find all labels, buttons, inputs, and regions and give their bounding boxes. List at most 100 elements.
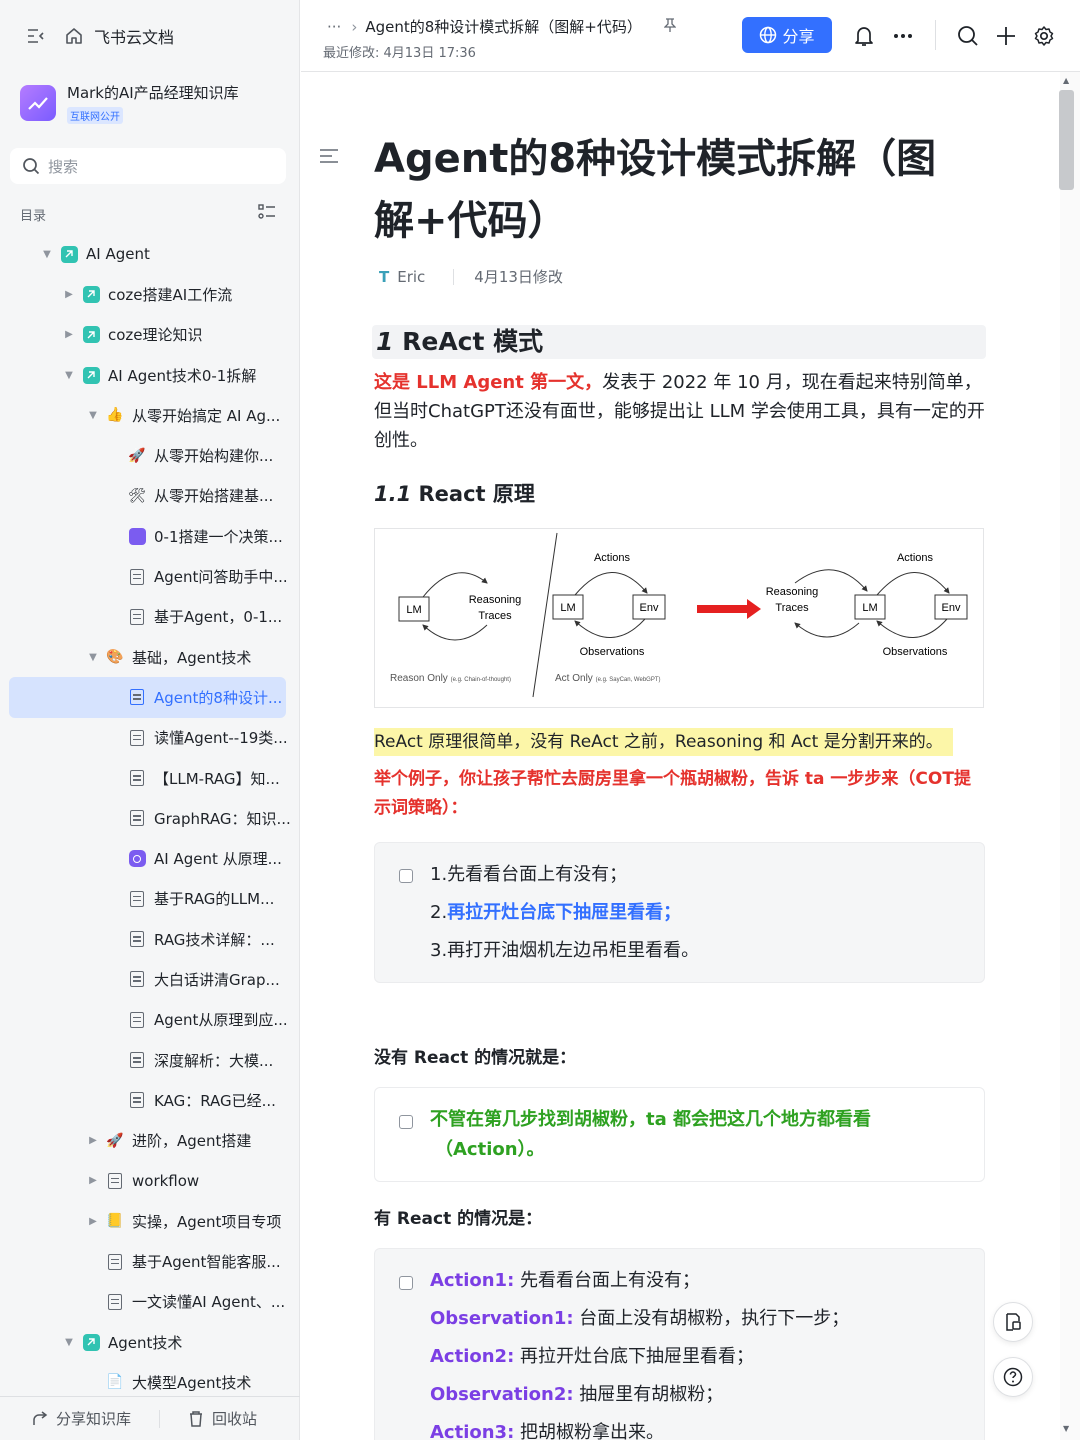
sidebar-item-label: coze搭建AI工作流 xyxy=(108,285,233,304)
caret-right-icon[interactable]: ▶ xyxy=(86,1135,100,1146)
env-label: Env xyxy=(942,602,961,614)
env-label: Env xyxy=(640,602,659,614)
sidebar-item-label: KAG：RAG已经... xyxy=(154,1091,276,1110)
breadcrumb-doc-title[interactable]: Agent的8种设计模式拆解（图解+代码） xyxy=(365,16,642,37)
caret-right-icon[interactable]: ▶ xyxy=(86,1216,100,1227)
caret-down-icon[interactable]: ▼ xyxy=(62,370,76,381)
sidebar-item[interactable]: KAG：RAG已经... xyxy=(0,1080,300,1120)
emoji-icon: 👍 xyxy=(106,407,124,424)
breadcrumb: ··· › Agent的8种设计模式拆解（图解+代码） xyxy=(327,16,677,37)
sidebar-item[interactable]: 基于Agent智能客服... xyxy=(0,1241,300,1281)
pin-icon[interactable] xyxy=(663,17,677,36)
sidebar-item[interactable]: 0-1搭建一个决策... xyxy=(0,516,300,556)
bell-icon[interactable] xyxy=(852,24,876,48)
help-button[interactable] xyxy=(993,1357,1033,1397)
sidebar-item[interactable]: 📄 大模型Agent技术 xyxy=(0,1362,300,1394)
caret-down-icon[interactable]: ▼ xyxy=(40,249,54,260)
sidebar-item[interactable]: GraphRAG：知识... xyxy=(0,798,300,838)
gear-icon[interactable] xyxy=(1032,24,1056,48)
breadcrumb-more-button[interactable]: ··· xyxy=(327,18,341,36)
sidebar-item[interactable]: 读懂Agent--19类... xyxy=(0,718,300,758)
sidebar-item-label: workflow xyxy=(132,1171,200,1190)
document-icon xyxy=(106,1253,124,1271)
task-checkbox[interactable] xyxy=(399,1115,413,1129)
sidebar-item[interactable]: ▶ coze理论知识 xyxy=(0,315,300,355)
scroll-up-arrow[interactable]: ▲ xyxy=(1063,76,1069,85)
caret-right-icon[interactable]: ▶ xyxy=(86,1175,100,1186)
example-paragraph: 举个例子，你让孩子帮忙去厨房里拿一个瓶胡椒粉，告诉 ta 一步步来（COT提示词… xyxy=(374,769,971,818)
document-icon xyxy=(128,1091,146,1109)
sidebar-item[interactable]: Agent的8种设计... xyxy=(9,677,286,718)
scroll-down-arrow[interactable]: ▼ xyxy=(1063,1424,1069,1433)
search-input[interactable]: 搜索 xyxy=(10,148,286,184)
sidebar-item[interactable]: 深度解析：大模... xyxy=(0,1040,300,1080)
doc-modified: 4月13日修改 xyxy=(474,268,563,286)
sidebar-item[interactable]: 基于Agent，0-1... xyxy=(0,597,300,637)
document-icon xyxy=(128,930,146,948)
with-react-block: Action1: 先看看台面上有没有； Observation1: 台面上没有胡椒… xyxy=(374,1248,985,1440)
react-diagram[interactable]: LM Reasoning Traces Reason Only (e.g. Ch… xyxy=(374,528,984,708)
sidebar-item[interactable]: 一文读懂AI Agent、... xyxy=(0,1282,300,1322)
last-modified: 最近修改: 4月13日 17:36 xyxy=(323,46,476,61)
sidebar-footer: 分享知识库 回收站 xyxy=(0,1396,300,1440)
caret-right-icon[interactable]: ▶ xyxy=(62,289,76,300)
more-icon[interactable] xyxy=(891,24,915,48)
sidebar-item[interactable]: 🛠 从零开始搭建基... xyxy=(0,476,300,516)
task-checkbox[interactable] xyxy=(399,1276,413,1290)
sidebar-item[interactable]: Agent从原理到应... xyxy=(0,1000,300,1040)
highlighted-text: ReAct 原理很简单，没有 ReAct 之前，Reasoning 和 Act … xyxy=(374,728,953,756)
task-checkbox[interactable] xyxy=(399,869,413,883)
react-step-text: 台面上没有胡椒粉，执行下一步； xyxy=(573,1308,850,1329)
sidebar-item[interactable]: 【LLM-RAG】知... xyxy=(0,758,300,798)
sidebar-item-label: 0-1搭建一个决策... xyxy=(154,527,283,546)
home-icon[interactable] xyxy=(64,26,84,46)
app-name[interactable]: 飞书云文档 xyxy=(94,24,174,48)
react-step-line: Action1: 先看看台面上有没有； xyxy=(430,1269,700,1293)
sidebar-item[interactable]: 大白话讲清Grap... xyxy=(0,959,300,999)
sidebar-item[interactable]: ▶ 🚀 进阶，Agent搭建 xyxy=(0,1121,300,1161)
sidebar-item[interactable]: ▶ coze搭建AI工作流 xyxy=(0,274,300,314)
trash-label: 回收站 xyxy=(212,1410,258,1428)
share-knowledge-base-button[interactable]: 分享知识库 xyxy=(32,1408,131,1429)
sidebar-item-label: coze理论知识 xyxy=(108,326,203,345)
trash-button[interactable]: 回收站 xyxy=(188,1408,257,1429)
sidebar-item[interactable]: AI Agent 从原理... xyxy=(0,838,300,878)
author-name[interactable]: Eric xyxy=(397,268,425,286)
sidebar-item[interactable]: ▼ 👍 从零开始搞定 AI Ag... xyxy=(0,395,300,435)
sidebar-item-label: 从零开始搞定 AI Ag... xyxy=(132,406,281,425)
caret-down-icon[interactable]: ▼ xyxy=(86,410,100,421)
sidebar-item[interactable]: ▼ Agent技术 xyxy=(0,1322,300,1362)
search-icon[interactable] xyxy=(956,24,980,48)
collapse-sidebar-icon[interactable] xyxy=(26,26,46,46)
plus-icon[interactable] xyxy=(994,24,1018,48)
sidebar-item[interactable]: ▼ AI Agent技术0-1拆解 xyxy=(0,355,300,395)
sidebar-item-label: 基于Agent，0-1... xyxy=(154,608,283,627)
sidebar-item[interactable]: Agent问答助手中... xyxy=(0,556,300,596)
author-divider xyxy=(453,268,455,285)
outline-icon[interactable] xyxy=(319,148,339,168)
caret-down-icon[interactable]: ▼ xyxy=(62,1337,76,1348)
caret-down-icon[interactable]: ▼ xyxy=(86,652,100,663)
share-button[interactable]: 分享 xyxy=(742,17,832,53)
reasoning-label: Reasoning xyxy=(469,594,522,606)
scrollbar-thumb[interactable] xyxy=(1059,90,1074,190)
sidebar-item[interactable]: ▼ 🎨 基础，Agent技术 xyxy=(0,637,300,677)
react-step-line: Observation2: 抽屉里有胡椒粉； xyxy=(430,1383,723,1407)
document-overview-button[interactable] xyxy=(993,1302,1033,1342)
sidebar-item[interactable]: 🚀 从零开始构建你... xyxy=(0,435,300,475)
toc-list-icon[interactable] xyxy=(258,204,276,224)
sidebar-item[interactable]: RAG技术详解：... xyxy=(0,919,300,959)
sidebar-item-label: GraphRAG：知识... xyxy=(154,809,291,828)
sidebar-item[interactable]: ▶ workflow xyxy=(0,1161,300,1201)
sidebar-item-label: AI Agent xyxy=(86,245,150,264)
subsection-heading: 1.1 React 原理 xyxy=(374,478,535,508)
sidebar-item[interactable]: 基于RAG的LLM... xyxy=(0,879,300,919)
sidebar-item-label: Agent的8种设计... xyxy=(154,688,283,707)
emoji-icon: 🎨 xyxy=(106,649,124,666)
sidebar-item[interactable]: ▼ AI Agent xyxy=(0,234,300,274)
caret-right-icon[interactable]: ▶ xyxy=(62,329,76,340)
knowledge-base-header[interactable]: Mark的AI产品经理知识库 互联网公开 xyxy=(20,82,239,124)
sidebar-item[interactable]: ▶ 📒 实操，Agent项目专项 xyxy=(0,1201,300,1241)
document-icon xyxy=(128,688,146,706)
scrollbar-track[interactable] xyxy=(1060,72,1080,1440)
